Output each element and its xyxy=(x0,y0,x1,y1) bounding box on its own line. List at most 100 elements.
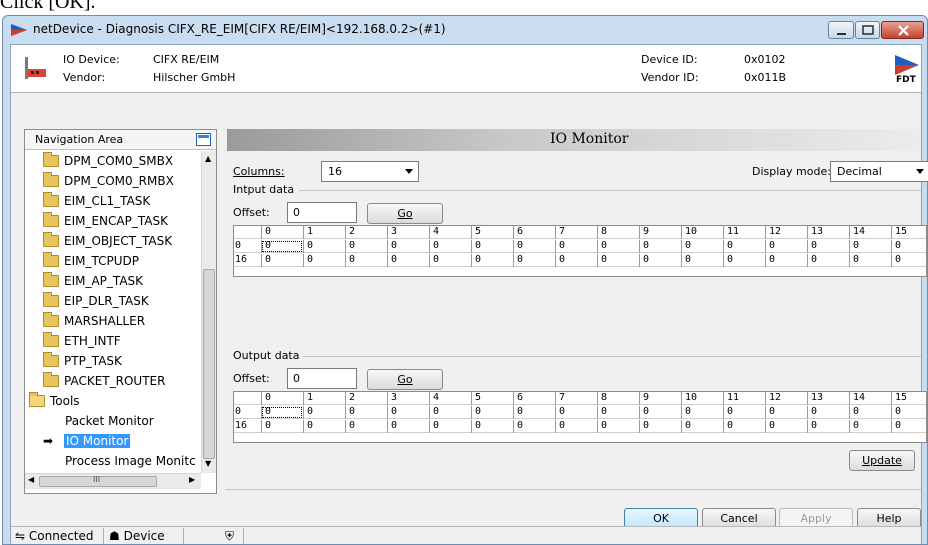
title-bar[interactable]: netDevice - Diagnosis CIFX_RE_EIM[CIFX R… xyxy=(3,16,927,44)
grid-cell[interactable]: 0 xyxy=(555,240,597,253)
grid-cell[interactable]: 0 xyxy=(849,240,891,253)
grid-cell[interactable]: 0 xyxy=(387,240,429,253)
maximize-button[interactable] xyxy=(855,21,880,39)
tree-item-io-monitor[interactable]: ➡ IO Monitor xyxy=(43,431,131,451)
display-mode-select[interactable]: Decimal xyxy=(830,161,928,182)
scroll-up-arrow-icon[interactable]: ▲ xyxy=(205,154,211,163)
navigation-pin-icon[interactable] xyxy=(196,133,211,146)
navigation-horizontal-scrollbar[interactable]: ◀ III ▶ xyxy=(25,473,201,489)
grid-cell[interactable]: 0 xyxy=(723,420,765,433)
grid-cell[interactable]: 0 xyxy=(513,406,555,419)
scroll-left-arrow-icon[interactable]: ◀ xyxy=(28,475,34,484)
grid-cell[interactable]: 0 xyxy=(345,420,387,433)
columns-select[interactable]: 16 xyxy=(321,161,419,182)
grid-cell[interactable]: 0 xyxy=(639,240,681,253)
scroll-down-arrow-icon[interactable]: ▼ xyxy=(205,459,211,468)
tree-item-eim-tcpudp[interactable]: EIM_TCPUDP xyxy=(43,251,139,271)
grid-cell[interactable]: 0 xyxy=(765,254,807,267)
output-go-button[interactable]: Go xyxy=(367,369,443,390)
grid-cell[interactable]: 0 xyxy=(597,254,639,267)
grid-cell[interactable]: 0 xyxy=(681,254,723,267)
grid-cell[interactable]: 0 xyxy=(303,420,345,433)
grid-cell[interactable]: 0 xyxy=(681,240,723,253)
tree-item-dpm-com0-smbx[interactable]: DPM_COM0_SMBX xyxy=(43,151,173,171)
grid-cell[interactable]: 0 xyxy=(639,420,681,433)
tree-item-packet-router[interactable]: PACKET_ROUTER xyxy=(43,371,165,391)
navigation-vertical-scrollbar[interactable]: ▲ ▼ xyxy=(201,151,216,473)
grid-cell[interactable]: 0 xyxy=(639,254,681,267)
output-data-grid[interactable]: 0 1 2 3 4 5 6 7 8 9 10 11 12 13 14 15 0 0 0 0 0 0 0 0 0 0 0 0 0 0 0 0 0 1… xyxy=(233,391,927,443)
grid-cell[interactable]: 0 xyxy=(723,406,765,419)
tree-item-packet-monitor[interactable]: Packet Monitor xyxy=(65,411,154,431)
grid-cell[interactable]: 0 xyxy=(765,406,807,419)
grid-cell[interactable]: 0 xyxy=(429,240,471,253)
tree-item-marshaller[interactable]: MARSHALLER xyxy=(43,311,145,331)
grid-cell[interactable]: 0 xyxy=(681,420,723,433)
minimize-button[interactable] xyxy=(828,21,854,39)
grid-cell[interactable]: 0 xyxy=(261,420,303,433)
grid-cell[interactable]: 0 xyxy=(429,420,471,433)
grid-cell[interactable]: 0 xyxy=(891,240,928,253)
tree-item-eim-encap-task[interactable]: EIM_ENCAP_TASK xyxy=(43,211,168,231)
update-button[interactable]: Update xyxy=(849,450,915,471)
grid-cell[interactable]: 0 xyxy=(597,240,639,253)
grid-cell[interactable]: 0 xyxy=(471,254,513,267)
close-button[interactable] xyxy=(881,21,924,39)
tree-item-process-image-monitor[interactable]: Process Image Monitc xyxy=(65,451,196,471)
vertical-scroll-thumb[interactable] xyxy=(203,269,215,459)
grid-cell[interactable]: 0 xyxy=(849,254,891,267)
grid-cell[interactable]: 0 xyxy=(303,406,345,419)
grid-cell[interactable]: 0 xyxy=(261,240,303,253)
tree-item-eth-intf[interactable]: ETH_INTF xyxy=(43,331,121,351)
input-go-button[interactable]: Go xyxy=(367,203,443,224)
grid-cell[interactable]: 0 xyxy=(387,406,429,419)
grid-cell[interactable]: 0 xyxy=(555,254,597,267)
grid-cell[interactable]: 0 xyxy=(765,420,807,433)
grid-cell[interactable]: 0 xyxy=(555,406,597,419)
grid-cell[interactable]: 0 xyxy=(681,406,723,419)
grid-cell[interactable]: 0 xyxy=(345,406,387,419)
grid-cell[interactable]: 0 xyxy=(513,420,555,433)
grid-cell[interactable]: 0 xyxy=(849,420,891,433)
grid-cell[interactable]: 0 xyxy=(765,240,807,253)
grid-cell[interactable]: 0 xyxy=(261,254,303,267)
grid-cell[interactable]: 0 xyxy=(303,240,345,253)
grid-cell[interactable]: 0 xyxy=(723,240,765,253)
grid-cell[interactable]: 0 xyxy=(723,254,765,267)
tree-item-ptp-task[interactable]: PTP_TASK xyxy=(43,351,122,371)
grid-cell[interactable]: 0 xyxy=(807,254,849,267)
grid-cell[interactable]: 0 xyxy=(891,406,928,419)
input-offset-field[interactable] xyxy=(287,202,357,223)
grid-cell[interactable]: 0 xyxy=(513,240,555,253)
input-data-grid[interactable]: 0 1 2 3 4 5 6 7 8 9 10 11 12 13 14 15 0 0 0 0 0 0 0 0 0 0 0 0 0 0 0 0 0 1… xyxy=(233,225,927,277)
tree-item-tools[interactable]: Tools xyxy=(29,391,80,411)
grid-cell[interactable]: 0 xyxy=(891,254,928,267)
grid-cell[interactable]: 0 xyxy=(345,254,387,267)
grid-cell[interactable]: 0 xyxy=(429,254,471,267)
grid-cell[interactable]: 0 xyxy=(807,420,849,433)
grid-cell[interactable]: 0 xyxy=(597,406,639,419)
tree-item-dpm-com0-rmbx[interactable]: DPM_COM0_RMBX xyxy=(43,171,174,191)
grid-cell[interactable]: 0 xyxy=(849,406,891,419)
grid-cell[interactable]: 0 xyxy=(387,420,429,433)
grid-cell[interactable]: 0 xyxy=(303,254,345,267)
grid-cell[interactable]: 0 xyxy=(555,420,597,433)
grid-cell[interactable]: 0 xyxy=(429,406,471,419)
grid-cell[interactable]: 0 xyxy=(891,420,928,433)
grid-cell[interactable]: 0 xyxy=(471,240,513,253)
output-offset-field[interactable] xyxy=(287,368,357,389)
grid-cell[interactable]: 0 xyxy=(807,406,849,419)
tree-item-eip-dlr-task[interactable]: EIP_DLR_TASK xyxy=(43,291,149,311)
tree-item-eim-ap-task[interactable]: EIM_AP_TASK xyxy=(43,271,143,291)
grid-cell[interactable]: 0 xyxy=(639,406,681,419)
grid-cell[interactable]: 0 xyxy=(513,254,555,267)
grid-cell[interactable]: 0 xyxy=(807,240,849,253)
scroll-right-arrow-icon[interactable]: ▶ xyxy=(189,475,195,484)
grid-cell[interactable]: 0 xyxy=(345,240,387,253)
grid-cell[interactable]: 0 xyxy=(387,254,429,267)
grid-cell[interactable]: 0 xyxy=(597,420,639,433)
grid-cell[interactable]: 0 xyxy=(471,420,513,433)
grid-cell[interactable]: 0 xyxy=(261,406,303,419)
tree-item-eim-object-task[interactable]: EIM_OBJECT_TASK xyxy=(43,231,172,251)
tree-item-eim-cl1-task[interactable]: EIM_CL1_TASK xyxy=(43,191,150,211)
